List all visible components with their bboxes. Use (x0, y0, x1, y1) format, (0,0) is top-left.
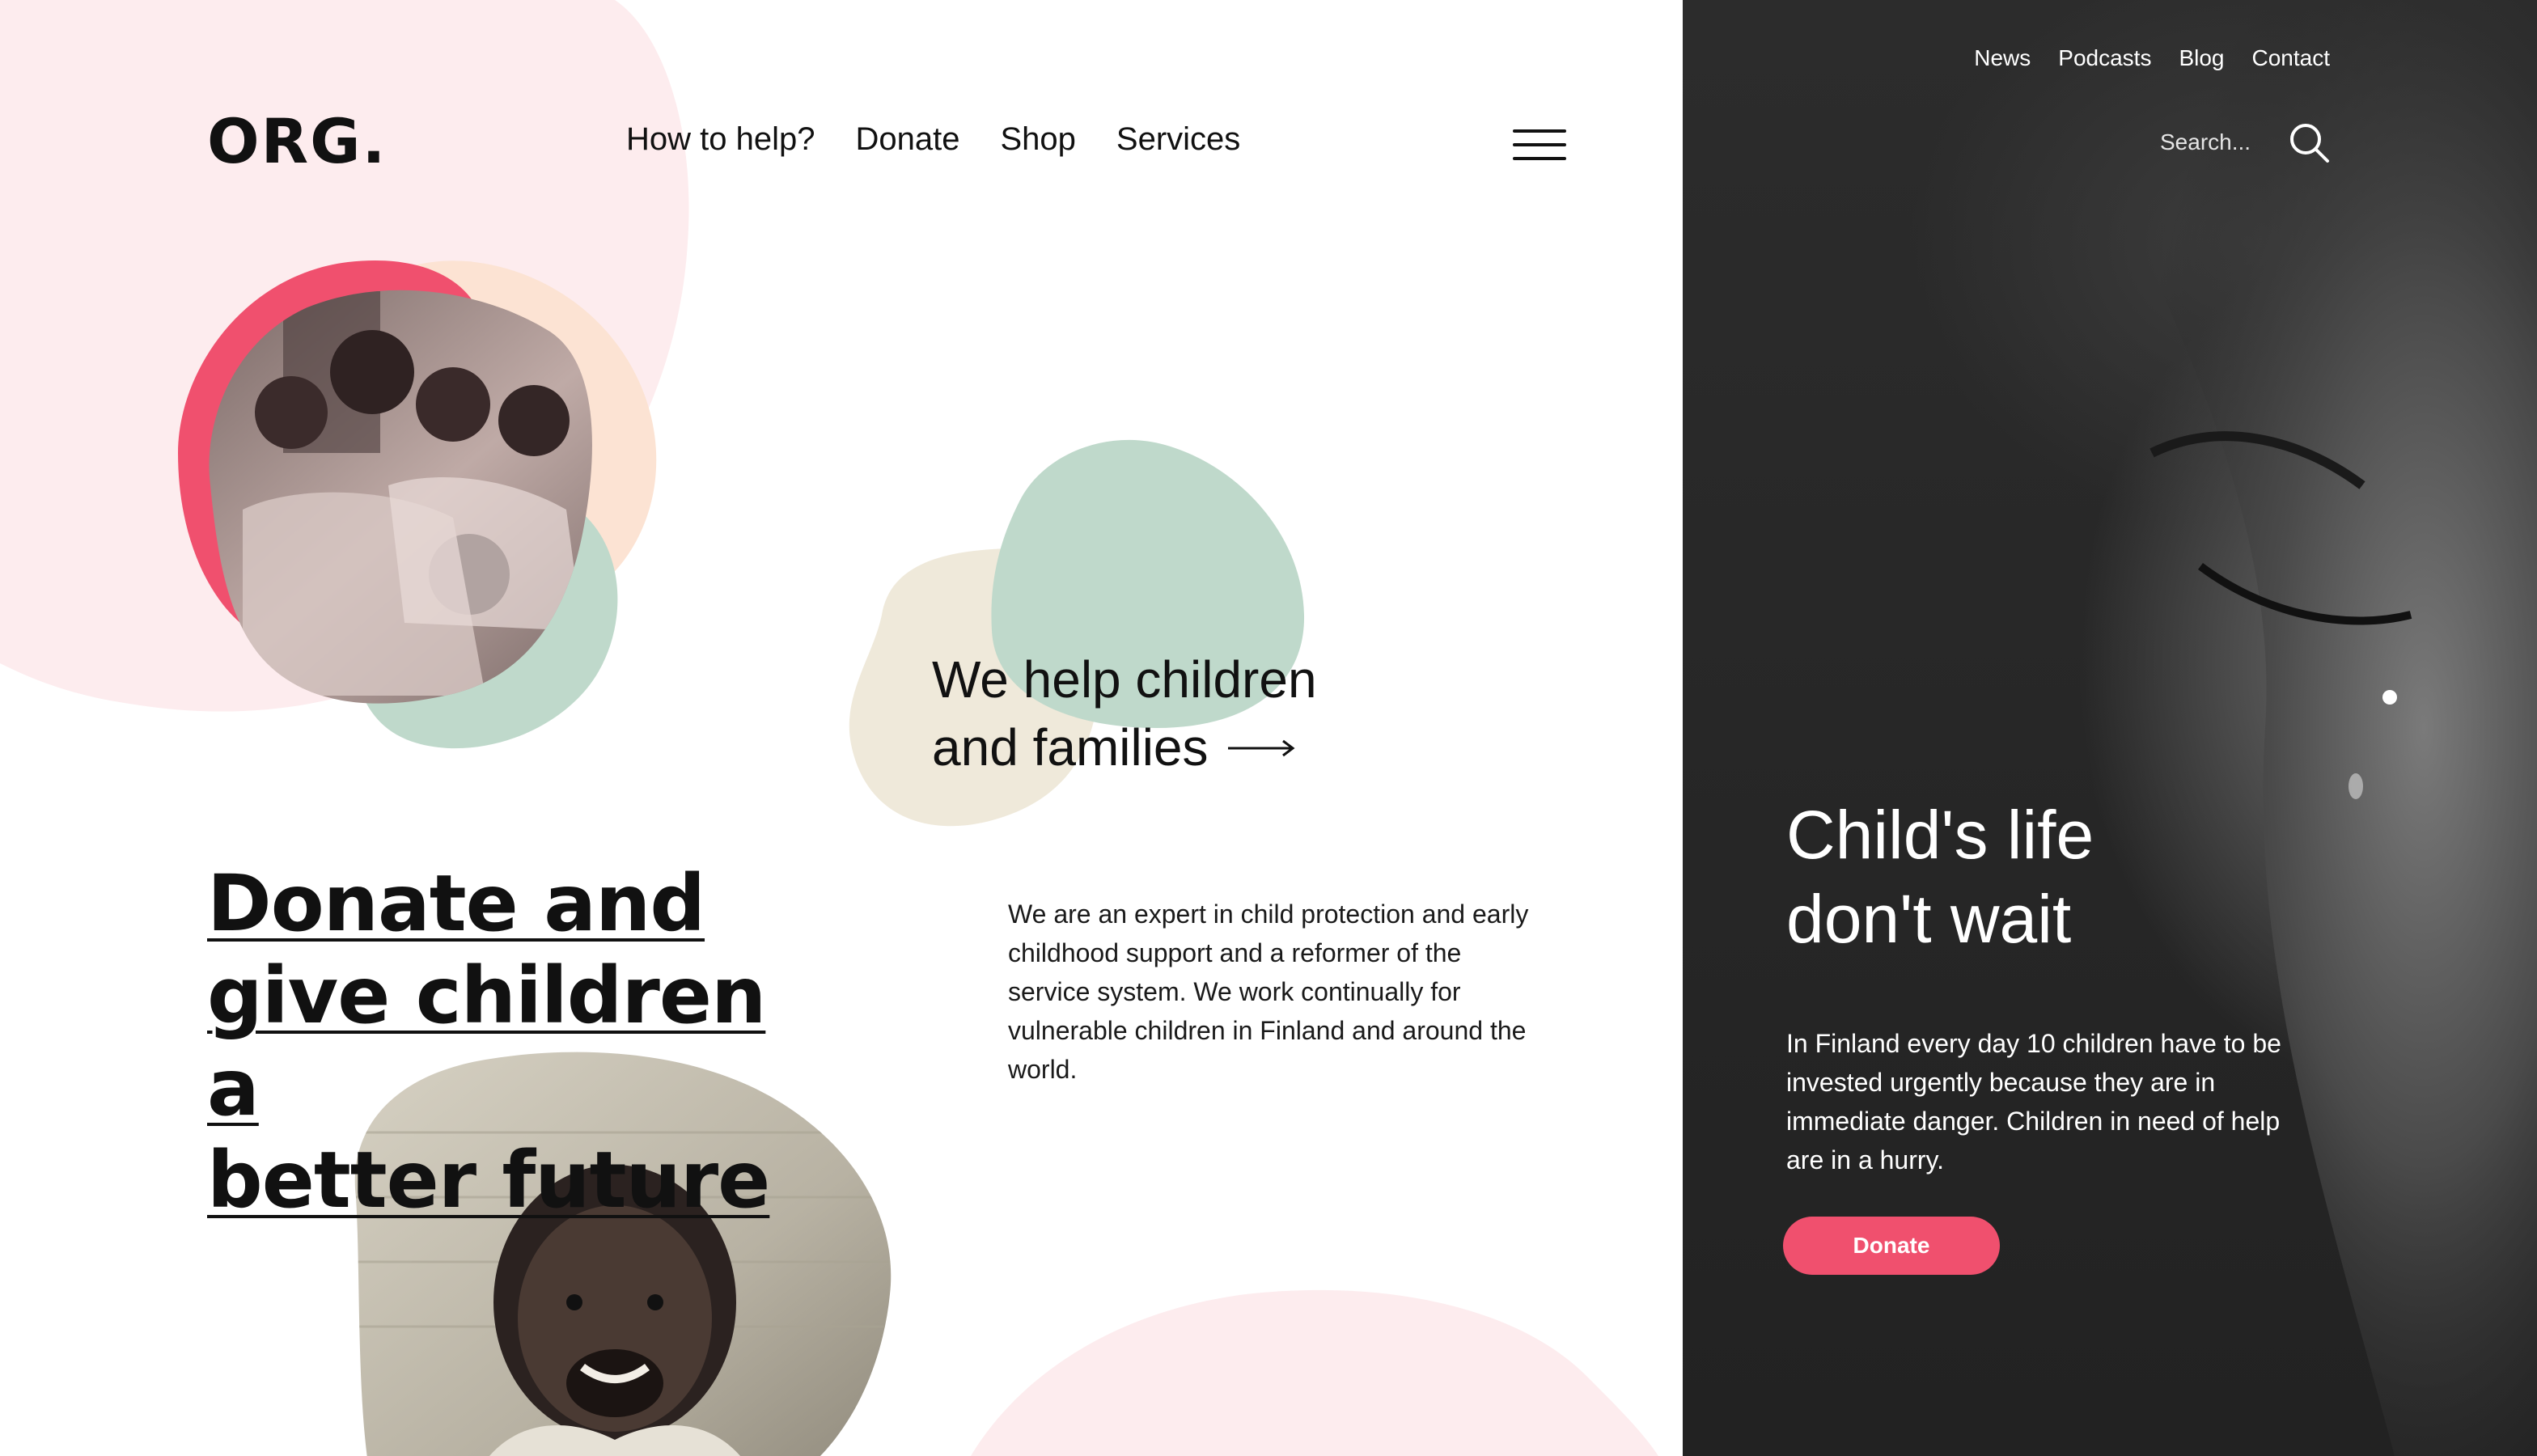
tagline-link[interactable]: We help children and families (932, 645, 1317, 781)
tagline-line1: We help children (932, 650, 1317, 709)
nav-news[interactable]: News (1974, 45, 2031, 71)
about-text: We are an expert in child protection and… (1008, 899, 1529, 1084)
hero-title-line1: Child's life (1786, 797, 2094, 873)
nav-shop[interactable]: Shop (1000, 121, 1075, 158)
headline-line1: Donate and (207, 858, 705, 949)
hero-title-line2: don't wait (1786, 881, 2072, 957)
nav-donate[interactable]: Donate (855, 121, 959, 158)
hamburger-menu-icon[interactable] (1513, 129, 1566, 160)
children-laughing-photo (178, 260, 657, 749)
hamburger-line (1513, 143, 1566, 146)
main-nav: How to help? Donate Shop Services (626, 121, 1240, 158)
nav-services[interactable]: Services (1116, 121, 1240, 158)
utility-nav: News Podcasts Blog Contact (1974, 45, 2330, 71)
nav-podcasts[interactable]: Podcasts (2058, 45, 2151, 71)
hamburger-line (1513, 129, 1566, 133)
nav-blog[interactable]: Blog (2179, 45, 2224, 71)
nav-contact[interactable]: Contact (2252, 45, 2331, 71)
nav-how-to-help[interactable]: How to help? (626, 121, 815, 158)
headline-line3: better future (207, 1135, 770, 1225)
tagline-line2: and families (932, 718, 1209, 777)
hamburger-line (1513, 157, 1566, 160)
left-panel: ORG. How to help? Donate Shop Services W… (0, 0, 1683, 1456)
org-logo[interactable]: ORG. (207, 105, 387, 177)
search-input[interactable] (2158, 129, 2259, 156)
headline-link[interactable]: Donate and give children a better future (207, 857, 822, 1226)
donate-button[interactable]: Donate (1783, 1217, 2000, 1275)
headline-line2: give children a (207, 950, 766, 1133)
arrow-right-icon[interactable] (1227, 739, 1296, 758)
magnifier-icon[interactable] (2288, 121, 2330, 163)
search-bar (2158, 121, 2330, 163)
hero-text: In Finland every day 10 children have to… (1786, 1029, 2281, 1175)
hero-title: Child's life don't wait (1786, 793, 2353, 961)
